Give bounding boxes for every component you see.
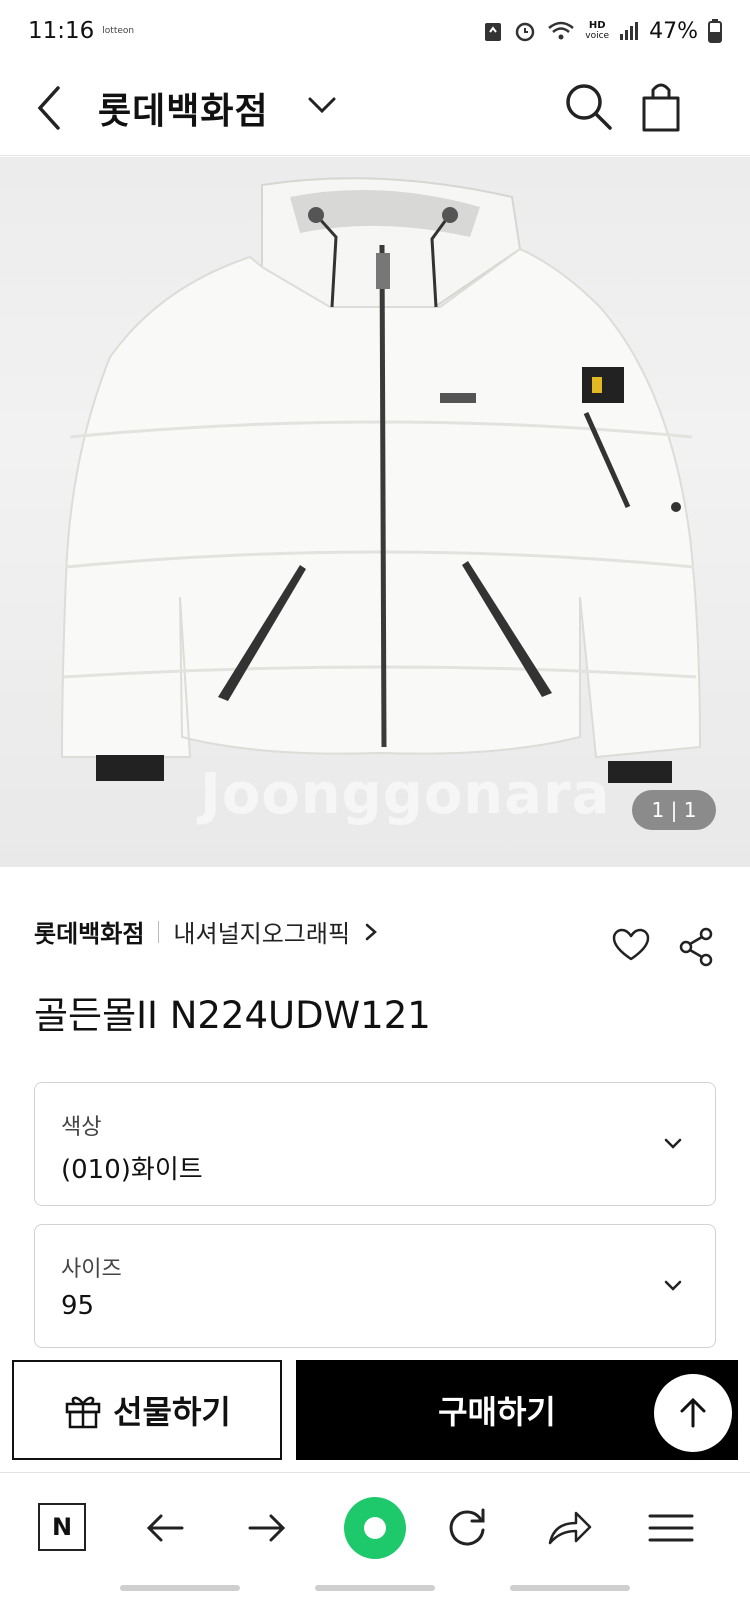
browser-forward-button[interactable] <box>242 1501 292 1555</box>
voice-label: voice <box>585 31 610 41</box>
size-select[interactable]: 사이즈 95 <box>34 1224 716 1348</box>
color-select-label: 색상 <box>61 1115 102 1140</box>
jacket-image <box>60 177 702 783</box>
chevron-down-icon <box>664 1138 682 1149</box>
naver-home-button[interactable]: N <box>38 1503 86 1551</box>
signal-icon <box>620 22 639 40</box>
status-app-label: lotteon <box>102 26 135 36</box>
chevron-down-icon <box>664 1280 682 1291</box>
status-bar: 11:16 lotteon HD voice 47% <box>0 0 750 62</box>
browser-toolbar: N <box>0 1472 750 1582</box>
hd-label: HD <box>588 20 606 31</box>
arrow-left-icon <box>146 1514 184 1542</box>
store-title[interactable]: 롯데백화점 <box>98 82 269 134</box>
brand-divider <box>158 920 160 943</box>
size-select-value: 95 <box>61 1291 95 1321</box>
search-icon[interactable] <box>562 80 614 132</box>
gesture-bar <box>120 1585 630 1591</box>
battery-icon <box>708 19 722 43</box>
brand-name[interactable]: 롯데백화점 <box>34 914 144 949</box>
chevron-down-icon[interactable] <box>306 94 338 116</box>
size-select-label: 사이즈 <box>61 1257 122 1282</box>
scroll-top-button[interactable] <box>654 1374 732 1452</box>
app-header: 롯데백화점 <box>0 62 750 156</box>
brand-breadcrumb[interactable]: 롯데백화점 내셔널지오그래픽 <box>34 914 378 949</box>
recycle-icon <box>485 23 502 41</box>
gift-button-label: 선물하기 <box>113 1393 231 1431</box>
arrow-up-icon <box>680 1397 706 1428</box>
status-icons: HD voice 47% <box>483 19 722 44</box>
share-icon[interactable] <box>678 927 714 967</box>
sub-brand-link[interactable]: 내셔널지오그래픽 <box>173 914 350 949</box>
browser-menu-button[interactable] <box>646 1501 696 1555</box>
gift-icon <box>65 1396 101 1429</box>
status-time: 11:16 <box>28 18 95 44</box>
alarm-icon <box>516 22 535 42</box>
color-select-value: (010)화이트 <box>61 1155 203 1185</box>
green-dot-center <box>364 1517 386 1539</box>
buy-button-label: 구매하기 <box>438 1393 556 1431</box>
browser-back-button[interactable] <box>140 1501 190 1555</box>
color-select[interactable]: 색상 (010)화이트 <box>34 1082 716 1206</box>
gift-button[interactable]: 선물하기 <box>12 1360 282 1460</box>
shopping-bag-icon[interactable] <box>640 78 682 134</box>
product-image[interactable]: Joonggonara 1 | 1 <box>0 157 750 867</box>
refresh-icon <box>449 1508 485 1546</box>
watermark-text: Joonggonara <box>200 762 611 827</box>
browser-share-button[interactable] <box>544 1501 594 1555</box>
heart-icon[interactable] <box>612 928 650 962</box>
image-counter: 1 | 1 <box>632 790 716 830</box>
hamburger-menu-icon <box>648 1514 694 1542</box>
hd-voice-indicator: HD voice <box>585 20 610 42</box>
product-name: 골든몰II N224UDW121 <box>34 994 431 1037</box>
arrow-right-icon <box>248 1514 286 1542</box>
back-arrow-icon[interactable] <box>30 82 70 134</box>
chevron-right-icon[interactable] <box>364 922 378 942</box>
refresh-button[interactable] <box>442 1501 492 1555</box>
system-nav-area <box>0 1582 750 1609</box>
battery-percent: 47% <box>649 18 698 44</box>
naver-green-dot-button[interactable] <box>344 1497 406 1559</box>
share-arrow-icon <box>548 1511 592 1545</box>
wifi-icon <box>548 21 575 40</box>
